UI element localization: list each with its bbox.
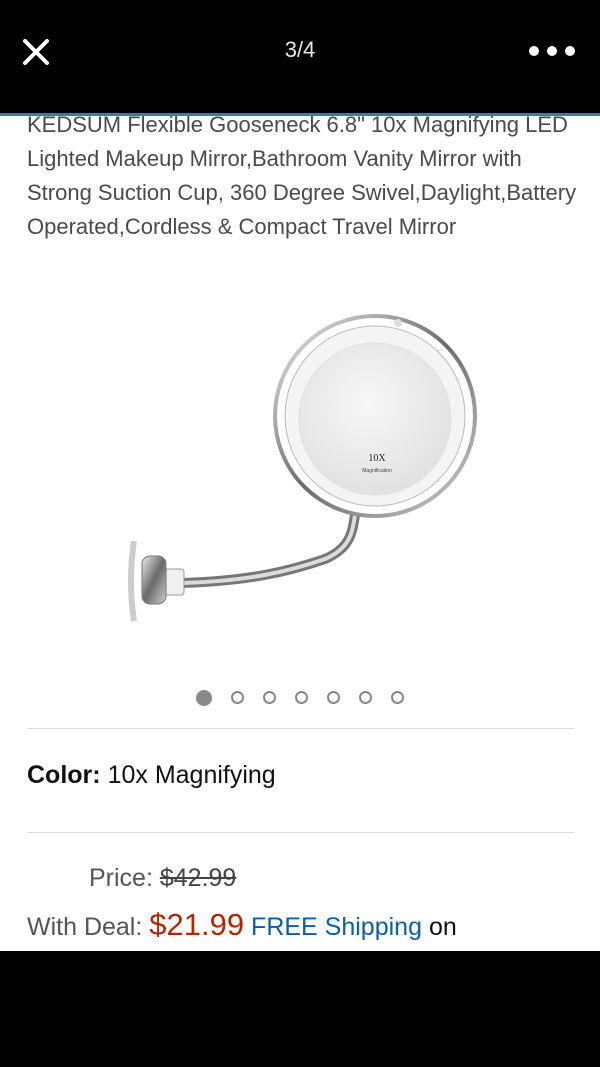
color-option[interactable]: Color: 10x Magnifying bbox=[27, 761, 276, 790]
carousel-dots bbox=[0, 689, 600, 706]
price-label: Price: bbox=[89, 864, 153, 892]
divider bbox=[27, 728, 574, 729]
list-price: $42.99 bbox=[159, 864, 237, 892]
deal-label: With Deal: bbox=[27, 913, 143, 941]
divider bbox=[27, 832, 574, 833]
product-title: KEDSUM Flexible Gooseneck 6.8" 10x Magni… bbox=[27, 116, 577, 239]
product-image[interactable]: 10X Magnification bbox=[120, 311, 480, 646]
deal-price-row: With Deal: $21.99 FREE Shipping on bbox=[27, 907, 457, 943]
magnification-label: 10X bbox=[368, 453, 386, 464]
top-bar: 3/4 bbox=[0, 0, 600, 113]
carousel-dot-3[interactable] bbox=[263, 691, 276, 704]
color-value: 10x Magnifying bbox=[107, 761, 276, 789]
more-icon bbox=[529, 46, 575, 56]
color-label: Color: bbox=[27, 761, 101, 789]
carousel-dot-4[interactable] bbox=[295, 691, 308, 704]
shipping-suffix: on bbox=[428, 913, 457, 941]
free-shipping-link[interactable]: FREE Shipping bbox=[251, 913, 422, 941]
image-counter: 3/4 bbox=[284, 37, 316, 62]
carousel-dot-2[interactable] bbox=[231, 691, 244, 704]
carousel-dot-6[interactable] bbox=[359, 691, 372, 704]
carousel-dot-5[interactable] bbox=[327, 691, 340, 704]
carousel-dot-1[interactable] bbox=[196, 689, 212, 706]
product-detail: KEDSUM Flexible Gooseneck 6.8" 10x Magni… bbox=[0, 116, 600, 951]
deal-price: $21.99 bbox=[149, 907, 245, 942]
magnification-caption: Magnification bbox=[362, 468, 392, 474]
carousel-dot-7[interactable] bbox=[391, 691, 404, 704]
more-options-button[interactable] bbox=[524, 40, 580, 62]
list-price-row: Price: $42.99 bbox=[89, 864, 236, 893]
